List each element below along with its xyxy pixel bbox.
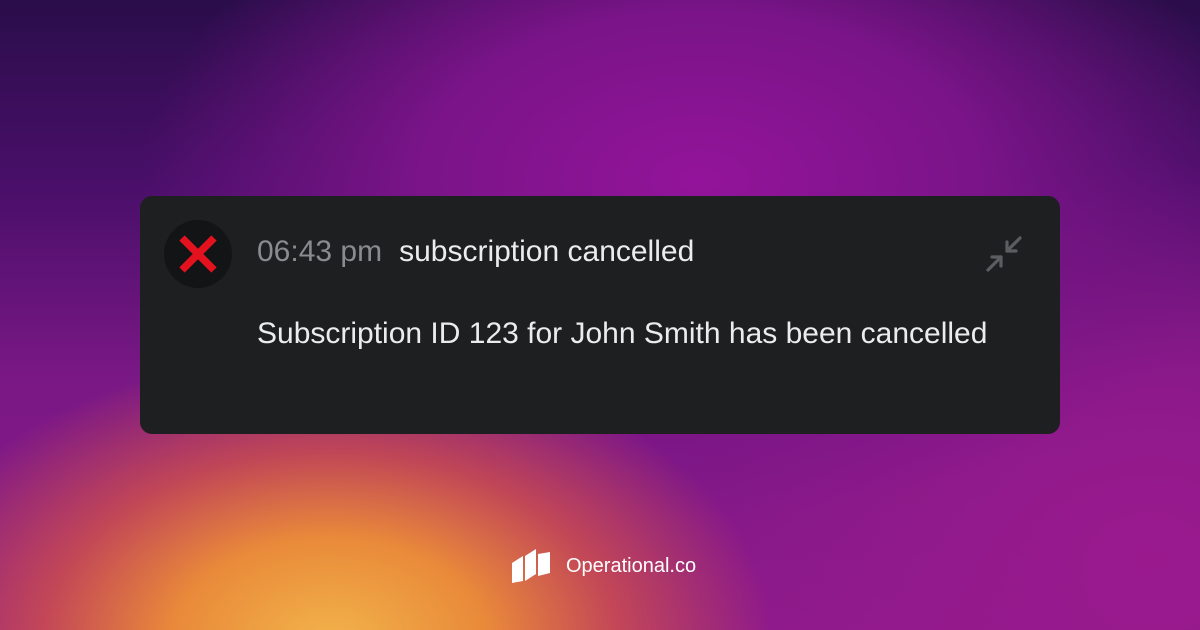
brand-footer: Operational.co (512, 546, 696, 586)
notification-title: subscription cancelled (399, 235, 695, 268)
notification-time: 06:43 pm (257, 235, 383, 268)
notification-card: 06:43 pm subscription cancelled Subscrip… (140, 196, 1060, 434)
brand-name: Operational.co (566, 554, 697, 577)
notification-header: 06:43 pm subscription cancelled (257, 232, 694, 272)
red-cross-mark-icon (179, 235, 217, 273)
status-indicator (164, 220, 232, 288)
operational-logo-icon (512, 549, 550, 583)
collapse-arrows-icon (986, 236, 1022, 272)
notification-message: Subscription ID 123 for John Smith has b… (257, 317, 988, 350)
collapse-button[interactable] (982, 232, 1026, 276)
